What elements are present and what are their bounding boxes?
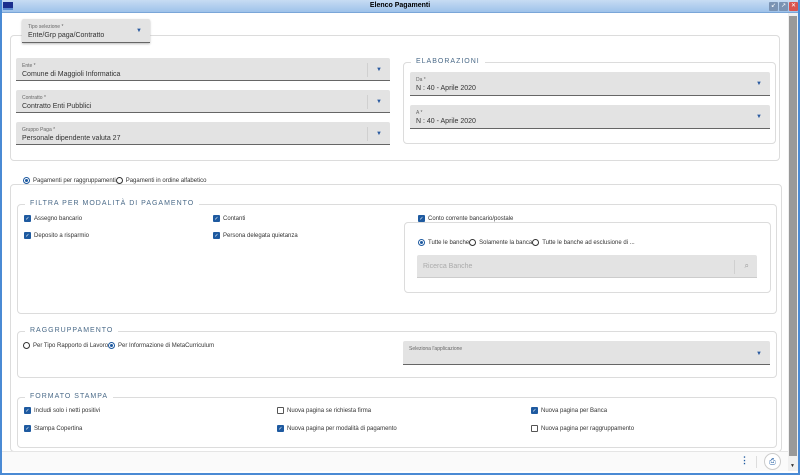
radio-selected-icon: [418, 239, 425, 246]
checkbox-deposito[interactable]: ✓ Deposito a risparmio: [24, 232, 89, 239]
field-value: N : 40 - Aprile 2020: [416, 118, 476, 125]
checkbox-icon: [531, 425, 538, 432]
radio-tipo-rapporto[interactable]: Per Tipo Rapporto di Lavoro: [23, 342, 108, 349]
field-label: Ente *: [22, 63, 36, 69]
raggruppamento-title: RAGGRUPPAMENTO: [25, 327, 119, 334]
checkbox-checked-icon: ✓: [418, 215, 425, 222]
bottom-toolbar: ⋮ ⎙: [2, 451, 788, 471]
radio-icon: [469, 239, 477, 246]
field-value: N : 40 - Aprile 2020: [416, 85, 476, 92]
elaborazioni-title: ELABORAZIONI: [411, 58, 485, 65]
checkbox-label: Persona delegata quietanza: [223, 232, 298, 239]
checkbox-label: Contanti: [223, 215, 246, 222]
radio-icon: [532, 239, 540, 246]
field-label: Tipo selezione *: [28, 24, 64, 30]
checkbox-label: Nuova pagina per Banca: [541, 407, 608, 414]
field-label: Contratto *: [22, 95, 46, 101]
radio-label: Pagamenti in ordine alfabetico: [125, 177, 207, 184]
radio-per-raggruppamenti[interactable]: Pagamenti per raggruppamenti: [23, 177, 116, 184]
radio-ordine-alfabetico[interactable]: Pagamenti in ordine alfabetico: [115, 177, 207, 184]
radio-selected-icon: [23, 177, 30, 184]
field-label: Gruppo Paga *: [22, 127, 56, 133]
radio-selected-icon: [108, 342, 116, 349]
checkbox-label: Nuova pagina per raggruppamento: [541, 425, 635, 432]
checkbox-pagina-raggruppamento[interactable]: Nuova pagina per raggruppamento: [531, 425, 634, 432]
field-value: Comune di Maggioli Informatica: [22, 71, 121, 78]
radio-label: Tutte le banche ad esclusione di ...: [542, 239, 635, 246]
gruppo-paga-select[interactable]: Gruppo Paga * Personale dipendente valut…: [16, 122, 390, 145]
checkbox-conto-corrente[interactable]: ✓ Conto corrente bancario/postale: [414, 215, 518, 222]
input-placeholder: Ricerca Banche: [423, 263, 473, 270]
chevron-down-icon: ▼: [376, 67, 382, 73]
checkbox-richiesta-firma[interactable]: Nuova pagina se richiesta firma: [277, 407, 371, 414]
checkbox-label: Stampa Copertina: [34, 425, 83, 432]
checkbox-label: Nuova pagina se richiesta firma: [287, 407, 372, 414]
applicazione-select[interactable]: Seleziona l'applicazione ▼: [403, 341, 770, 365]
checkbox-pagina-modalita[interactable]: ✓ Nuova pagina per modalità di pagamento: [277, 425, 397, 432]
search-icon[interactable]: ⌕: [745, 261, 749, 271]
checkbox-checked-icon: ✓: [24, 232, 31, 239]
checkbox-stampa-copertina[interactable]: ✓ Stampa Copertina: [24, 425, 82, 432]
checkbox-checked-icon: ✓: [213, 232, 220, 239]
checkbox-label: Nuova pagina per modalità di pagamento: [287, 425, 397, 432]
checkbox-label: Conto corrente bancario/postale: [428, 215, 514, 222]
ordine-radio-group: Pagamenti per raggruppamenti Pagamenti i…: [20, 177, 210, 184]
chevron-down-icon: ▼: [376, 131, 382, 137]
ricerca-banche-input[interactable]: Ricerca Banche ⌕: [417, 255, 757, 278]
checkbox-checked-icon: ✓: [24, 215, 31, 222]
radio-label: Per Tipo Rapporto di Lavoro: [33, 342, 109, 349]
radio-icon: [115, 177, 123, 184]
field-label: A *: [416, 110, 423, 116]
radio-esclusione[interactable]: Tutte le banche ad esclusione di ...: [532, 239, 635, 246]
ente-select[interactable]: Ente * Comune di Maggioli Informatica ▼: [16, 58, 390, 81]
checkbox-label: Includi solo i netti positivi: [34, 407, 101, 414]
checkbox-checked-icon: ✓: [24, 407, 31, 414]
field-label: Da *: [416, 77, 426, 83]
chevron-down-icon: ▼: [756, 114, 762, 120]
da-select[interactable]: Da * N : 40 - Aprile 2020 ▼: [410, 72, 770, 96]
chevron-down-icon: ▼: [756, 81, 762, 87]
print-icon: ⎙: [769, 457, 776, 466]
checkbox-label: Deposito a risparmio: [34, 232, 90, 239]
checkbox-checked-icon: ✓: [277, 425, 284, 432]
chevron-down-icon: ▼: [136, 28, 142, 34]
raggruppamento-radio-group: Per Tipo Rapporto di Lavoro Per Informaz…: [23, 342, 214, 349]
checkbox-assegno-bancario[interactable]: ✓ Assegno bancario: [24, 215, 82, 222]
checkbox-contanti[interactable]: ✓ Contanti: [213, 215, 245, 222]
scroll-down-icon[interactable]: ▼: [790, 463, 795, 469]
formato-title: FORMATO STAMPA: [25, 393, 114, 400]
radio-label: Pagamenti per raggruppamenti: [33, 177, 116, 184]
contratto-select[interactable]: Contratto * Contratto Enti Pubblici ▼: [16, 90, 390, 113]
checkbox-pagina-banca[interactable]: ✓ Nuova pagina per Banca: [531, 407, 607, 414]
checkbox-netti-positivi[interactable]: ✓ Includi solo i netti positivi: [24, 407, 100, 414]
checkbox-checked-icon: ✓: [213, 215, 220, 222]
more-options-icon[interactable]: ⋮: [740, 455, 749, 466]
a-select[interactable]: A * N : 40 - Aprile 2020 ▼: [410, 105, 770, 129]
scrollbar[interactable]: ▼: [788, 13, 798, 471]
checkbox-persona-delegata[interactable]: ✓ Persona delegata quietanza: [213, 232, 298, 239]
radio-label: Tutte le banche: [428, 239, 470, 246]
chevron-down-icon: ▼: [376, 99, 382, 105]
chevron-down-icon: ▼: [756, 351, 762, 357]
field-value: Ente/Grp paga/Contratto: [28, 32, 105, 39]
field-value: Contratto Enti Pubblici: [22, 103, 92, 110]
checkbox-label: Assegno bancario: [34, 215, 83, 222]
field-value: Personale dipendente valuta 27: [22, 135, 121, 142]
radio-solamente-banca[interactable]: Solamente la banca: [469, 239, 532, 246]
banche-radio-group: Tutte le banche Solamente la banca Tutte…: [418, 239, 635, 246]
formato-fieldset: [17, 397, 777, 448]
radio-icon: [23, 342, 30, 349]
filtra-title: FILTRA PER MODALITÀ DI PAGAMENTO: [25, 200, 200, 207]
print-button[interactable]: ⎙: [764, 453, 781, 470]
field-label: Seleziona l'applicazione: [409, 346, 463, 352]
checkbox-checked-icon: ✓: [531, 407, 538, 414]
tipo-selezione-select[interactable]: Tipo selezione * Ente/Grp paga/Contratto…: [22, 19, 150, 43]
scrollbar-thumb[interactable]: [789, 16, 797, 456]
checkbox-checked-icon: ✓: [24, 425, 31, 432]
checkbox-icon: [277, 407, 284, 414]
radio-metacurriculum[interactable]: Per Informazione di MetaCurriculum: [108, 342, 214, 349]
radio-label: Per Informazione di MetaCurriculum: [118, 342, 215, 349]
radio-tutte-banche[interactable]: Tutte le banche: [418, 239, 469, 246]
radio-label: Solamente la banca: [479, 239, 533, 246]
